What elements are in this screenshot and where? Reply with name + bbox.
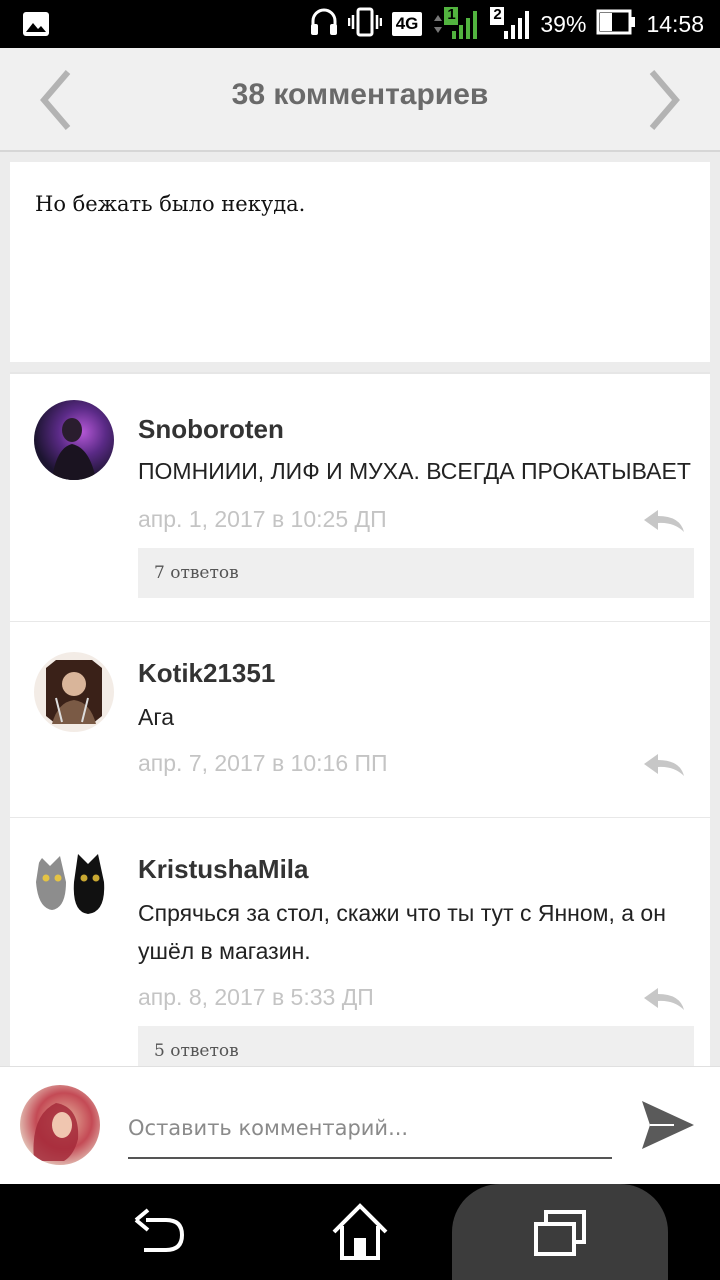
signal-sim2-icon: 2	[490, 6, 530, 41]
reply-icon[interactable]	[642, 986, 686, 1012]
network-type-badge: 4G	[391, 12, 423, 36]
replies-button[interactable]: 5 ответов	[138, 1026, 694, 1066]
comments-list[interactable]: Snoboroten ПОМНИИИ, ЛИФ И МУХА. ВСЕГДА П…	[10, 372, 710, 1066]
battery-icon	[596, 9, 636, 40]
recent-apps-button[interactable]	[452, 1184, 668, 1280]
comment-input[interactable]	[128, 1105, 612, 1159]
battery-percent: 39%	[540, 10, 587, 37]
gallery-icon	[22, 11, 50, 42]
app-header: 38 комментариев	[0, 48, 720, 152]
comment-date: апр. 7, 2017 в 10:16 ПП	[138, 750, 388, 776]
page-title: 38 комментариев	[231, 78, 489, 111]
send-icon[interactable]	[640, 1099, 696, 1151]
next-chevron-icon[interactable]	[644, 70, 684, 130]
post-card: Но бежать было некуда.	[10, 162, 710, 362]
comment-date: апр. 8, 2017 в 5:33 ДП	[138, 984, 374, 1010]
navigation-bar	[0, 1184, 720, 1280]
clock: 14:58	[646, 10, 704, 37]
comment-author[interactable]: Snoboroten	[138, 414, 284, 445]
headset-icon	[310, 7, 338, 42]
recent-apps-icon	[532, 1210, 588, 1256]
replies-button[interactable]: 7 ответов	[138, 548, 694, 598]
signal-sim1-icon: 1	[432, 6, 480, 41]
back-icon[interactable]	[132, 1204, 188, 1260]
avatar[interactable]	[34, 842, 114, 922]
comment-item: Snoboroten ПОМНИИИ, ЛИФ И МУХА. ВСЕГДА П…	[10, 374, 710, 622]
comment-input-bar	[0, 1066, 720, 1184]
comment-text: ПОМНИИИ, ЛИФ И МУХА. ВСЕГДА ПРОКАТЫВАЕТ	[138, 458, 691, 484]
status-bar: 4G 1 2 39% 14:58	[0, 0, 720, 48]
comment-text: Ага	[138, 704, 175, 730]
comment-author[interactable]: KristushaMila	[138, 854, 309, 885]
comment-item: KristushaMila Спрячься за стол, скажи чт…	[10, 818, 710, 1066]
vibrate-icon	[347, 7, 382, 42]
reply-icon[interactable]	[642, 508, 686, 534]
avatar[interactable]	[34, 652, 114, 732]
reply-icon[interactable]	[642, 752, 686, 778]
comment-text: Спрячься за стол, скажи что ты тут с Янн…	[138, 900, 666, 964]
comment-author[interactable]: Kotik21351	[138, 658, 275, 689]
home-icon[interactable]	[330, 1202, 390, 1262]
avatar[interactable]	[34, 400, 114, 480]
comment-item: Kotik21351 Ага апр. 7, 2017 в 10:16 ПП	[10, 622, 710, 818]
comment-date: апр. 1, 2017 в 10:25 ДП	[138, 506, 387, 532]
post-text: Но бежать было некуда.	[35, 192, 306, 216]
sim2-label: 2	[493, 6, 502, 23]
avatar[interactable]	[20, 1085, 100, 1165]
sim1-label: 1	[447, 6, 456, 23]
